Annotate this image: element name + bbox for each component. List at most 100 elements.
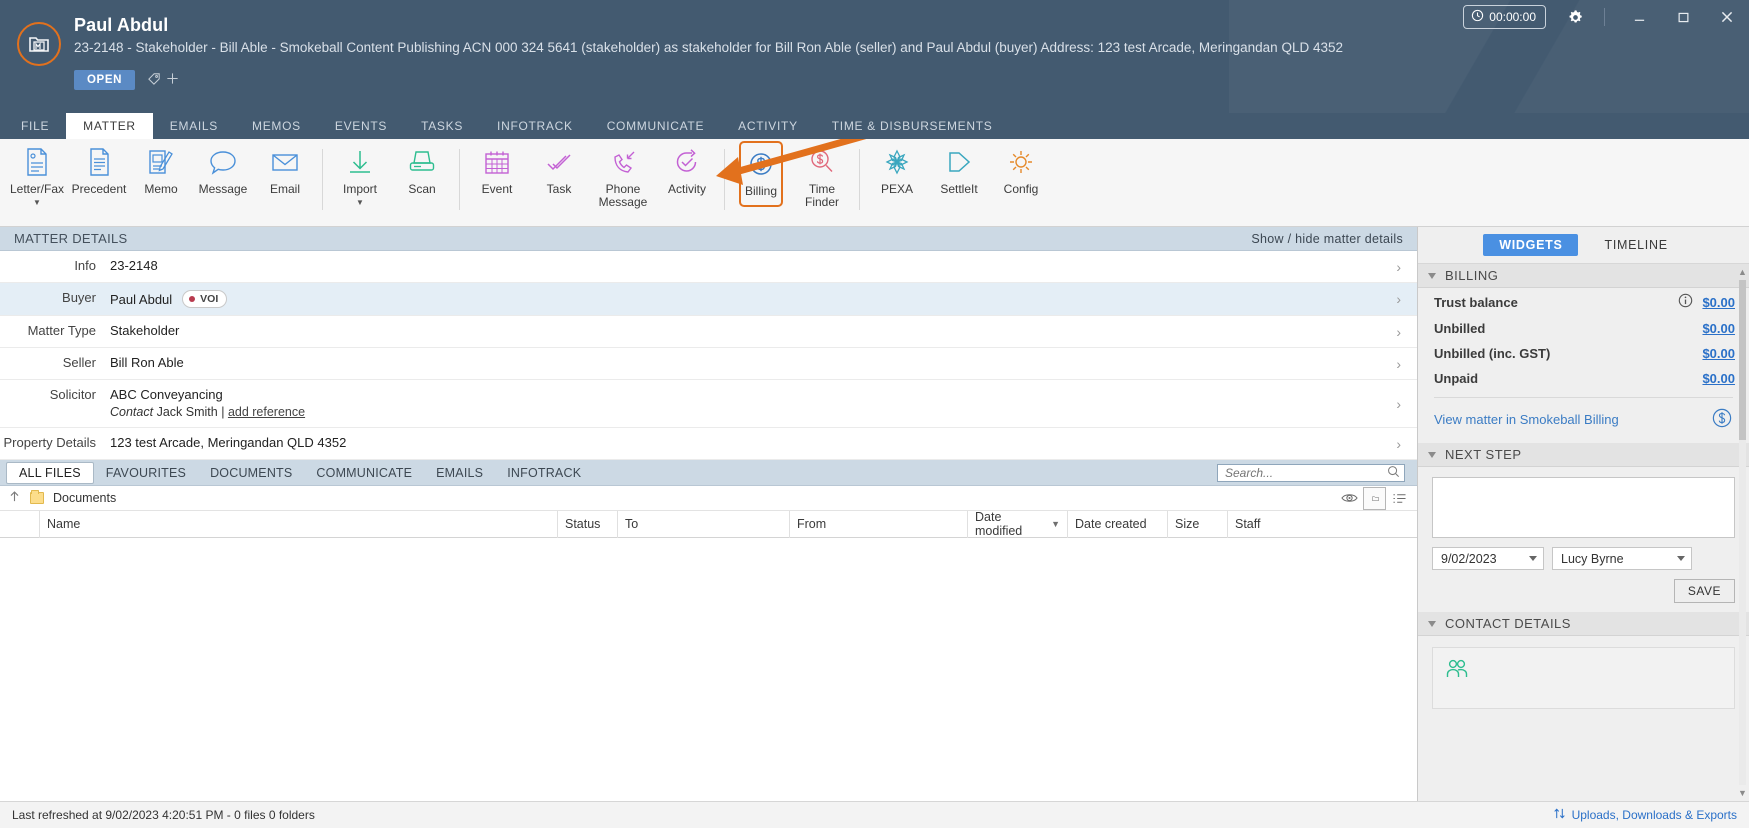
collapse-triangle-icon[interactable] [1428, 620, 1436, 627]
chevron-right-icon[interactable]: › [1396, 291, 1401, 307]
files-tab-communicate[interactable]: COMMUNICATE [304, 462, 424, 484]
tab-matter[interactable]: MATTER [66, 113, 153, 139]
ribbon-time-finder[interactable]: Time Finder [791, 139, 853, 209]
widget-billing-header[interactable]: BILLING [1418, 264, 1749, 288]
chevron-right-icon[interactable]: › [1396, 259, 1401, 275]
timer-widget[interactable]: 00:00:00 [1463, 5, 1546, 29]
status-badge[interactable]: OPEN [74, 70, 135, 90]
tab-widgets[interactable]: WIDGETS [1483, 234, 1579, 256]
tab-timeline[interactable]: TIMELINE [1588, 234, 1683, 256]
import-icon [346, 146, 374, 178]
matter-row-info[interactable]: Info 23-2148 › [0, 251, 1417, 283]
widgets-scrollbar[interactable]: ▲ ▼ [1738, 266, 1747, 799]
ribbon-config[interactable]: Config [990, 139, 1052, 196]
ribbon-phone-message[interactable]: Phone Message [590, 139, 656, 209]
tab-emails[interactable]: EMAILS [153, 113, 235, 139]
ribbon-email[interactable]: Email [254, 139, 316, 196]
tab-communicate[interactable]: COMMUNICATE [590, 113, 721, 139]
chevron-right-icon[interactable]: › [1396, 356, 1401, 372]
files-tab-emails[interactable]: EMAILS [424, 462, 495, 484]
tab-file[interactable]: FILE [4, 113, 66, 139]
tab-infotrack[interactable]: INFOTRACK [480, 113, 590, 139]
chevron-down-icon[interactable]: ▼ [356, 199, 364, 207]
gear-icon[interactable] [1560, 2, 1590, 32]
files-col-from[interactable]: From [790, 510, 968, 538]
info-icon[interactable] [1678, 293, 1693, 311]
files-col-size[interactable]: Size [1168, 510, 1228, 538]
scroll-up-icon[interactable]: ▲ [1738, 266, 1747, 278]
files-tab-favourites[interactable]: FAVOURITES [94, 462, 198, 484]
folder-view-icon[interactable] [1363, 486, 1386, 510]
ribbon-activity[interactable]: Activity [656, 139, 718, 196]
uploads-downloads-exports-link[interactable]: Uploads, Downloads & Exports [1572, 808, 1737, 822]
save-button[interactable]: SAVE [1673, 579, 1735, 603]
next-step-date-select[interactable]: 9/02/2023 [1432, 547, 1544, 570]
files-col-to[interactable]: To [618, 510, 790, 538]
chevron-right-icon[interactable]: › [1396, 436, 1401, 452]
close-icon[interactable] [1705, 0, 1749, 34]
preview-eye-icon[interactable] [1338, 488, 1361, 508]
matter-row-buyer[interactable]: Buyer Paul Abdul VOI › [0, 283, 1417, 316]
dollar-circle-icon[interactable] [1711, 407, 1733, 432]
billing-unbilled-gst-amount[interactable]: $0.00 [1702, 346, 1735, 361]
ribbon-message[interactable]: Message [192, 139, 254, 196]
files-tab-infotrack[interactable]: INFOTRACK [495, 462, 593, 484]
ribbon-scan[interactable]: Scan [391, 139, 453, 196]
list-view-icon[interactable] [1388, 488, 1411, 508]
files-col-status[interactable]: Status [558, 510, 618, 538]
matter-row-seller[interactable]: Seller Bill Ron Able › [0, 348, 1417, 380]
tab-activity[interactable]: ACTIVITY [721, 113, 815, 139]
widget-next-step-header[interactable]: NEXT STEP [1418, 443, 1749, 467]
scroll-down-icon[interactable]: ▼ [1738, 787, 1747, 799]
files-tab-all-files[interactable]: ALL FILES [6, 461, 94, 484]
billing-unpaid-amount[interactable]: $0.00 [1702, 371, 1735, 386]
uploads-downloads-exports[interactable]: Uploads, Downloads & Exports [1553, 807, 1737, 823]
ribbon-task[interactable]: Task [528, 139, 590, 196]
minimize-icon[interactable] [1617, 0, 1661, 34]
tab-tasks[interactable]: TASKS [404, 113, 480, 139]
tab-memos[interactable]: MEMOS [235, 113, 318, 139]
ribbon-billing[interactable]: Billing [739, 141, 783, 207]
matter-row-matter-type[interactable]: Matter Type Stakeholder › [0, 316, 1417, 348]
arrow-up-icon[interactable] [8, 490, 21, 506]
ribbon-import[interactable]: Import ▼ [329, 139, 391, 207]
search-icon[interactable] [1387, 465, 1400, 481]
maximize-icon[interactable] [1661, 0, 1705, 34]
voi-badge[interactable]: VOI [182, 290, 228, 308]
files-col-date-created[interactable]: Date created [1068, 510, 1168, 538]
contact-details-box[interactable] [1432, 647, 1735, 709]
files-col-staff[interactable]: Staff [1228, 511, 1288, 538]
chevron-right-icon[interactable]: › [1396, 396, 1401, 412]
add-reference-link[interactable]: add reference [228, 405, 305, 419]
show-hide-matter-details[interactable]: Show / hide matter details [1251, 232, 1403, 246]
collapse-triangle-icon[interactable] [1428, 272, 1436, 279]
billing-unbilled-amount[interactable]: $0.00 [1702, 321, 1735, 336]
files-col-name[interactable]: Name [40, 510, 558, 538]
ribbon-memo[interactable]: Memo [130, 139, 192, 196]
files-col-date-modified[interactable]: Date modified ▼ [968, 510, 1068, 538]
matter-row-solicitor[interactable]: Solicitor ABC Conveyancing Contact Jack … [0, 380, 1417, 428]
matter-row-property-details[interactable]: Property Details 123 test Arcade, Mering… [0, 428, 1417, 460]
chevron-right-icon[interactable]: › [1396, 324, 1401, 340]
search-box[interactable] [1217, 463, 1405, 482]
view-matter-in-billing-link[interactable]: View matter in Smokeball Billing [1434, 412, 1619, 427]
next-step-staff-select[interactable]: Lucy Byrne [1552, 547, 1692, 570]
add-tag-control[interactable] [147, 71, 180, 89]
ribbon-event[interactable]: Event [466, 139, 528, 196]
widget-contact-details-header[interactable]: CONTACT DETAILS [1418, 612, 1749, 636]
ribbon-precedent[interactable]: Precedent [68, 139, 130, 196]
chevron-down-icon[interactable]: ▼ [33, 199, 41, 207]
breadcrumb-label[interactable]: Documents [53, 491, 116, 505]
tab-events[interactable]: EVENTS [318, 113, 404, 139]
files-table-body[interactable] [0, 538, 1417, 801]
scrollbar-thumb[interactable] [1739, 280, 1746, 440]
ribbon-letter-fax[interactable]: Letter/Fax ▼ [6, 139, 68, 207]
billing-trust-balance-amount[interactable]: $0.00 [1702, 295, 1735, 310]
next-step-note-input[interactable] [1432, 477, 1735, 538]
tab-time-disbursements[interactable]: TIME & DISBURSEMENTS [815, 113, 1010, 139]
collapse-triangle-icon[interactable] [1428, 451, 1436, 458]
ribbon-pexa[interactable]: PEXA [866, 139, 928, 196]
files-tab-documents[interactable]: DOCUMENTS [198, 462, 304, 484]
ribbon-settleit[interactable]: SettleIt [928, 139, 990, 196]
search-input[interactable] [1225, 465, 1387, 480]
